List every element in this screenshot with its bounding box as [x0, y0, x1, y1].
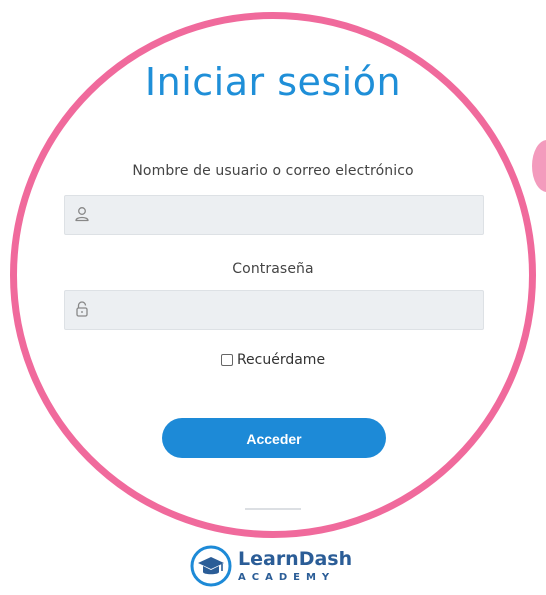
graduation-cap-icon [190, 545, 232, 587]
login-button[interactable]: Acceder [162, 418, 386, 458]
brand-subtitle: ACADEMY [238, 571, 336, 583]
divider [245, 508, 301, 510]
username-field-container [64, 195, 484, 235]
remember-me: Recuérdame [0, 352, 546, 370]
username-input[interactable] [97, 196, 477, 234]
password-input[interactable] [97, 291, 477, 329]
password-label: Contraseña [232, 261, 314, 277]
remember-me-label: Recuérdame [236, 352, 326, 368]
user-icon [73, 205, 91, 223]
remember-me-checkbox[interactable] [220, 354, 233, 366]
password-field-container [64, 290, 484, 330]
username-label: Nombre de usuario o correo electrónico [132, 163, 414, 179]
page-title: Iniciar sesión [144, 60, 402, 104]
brand-logo: LearnDash ACADEMY [190, 542, 352, 590]
lock-icon [73, 300, 91, 318]
remember-me-row[interactable]: Recuérdame [220, 352, 326, 368]
brand-name: LearnDash [238, 547, 353, 570]
page: Iniciar sesión Nombre de usuario o corre… [0, 0, 546, 595]
